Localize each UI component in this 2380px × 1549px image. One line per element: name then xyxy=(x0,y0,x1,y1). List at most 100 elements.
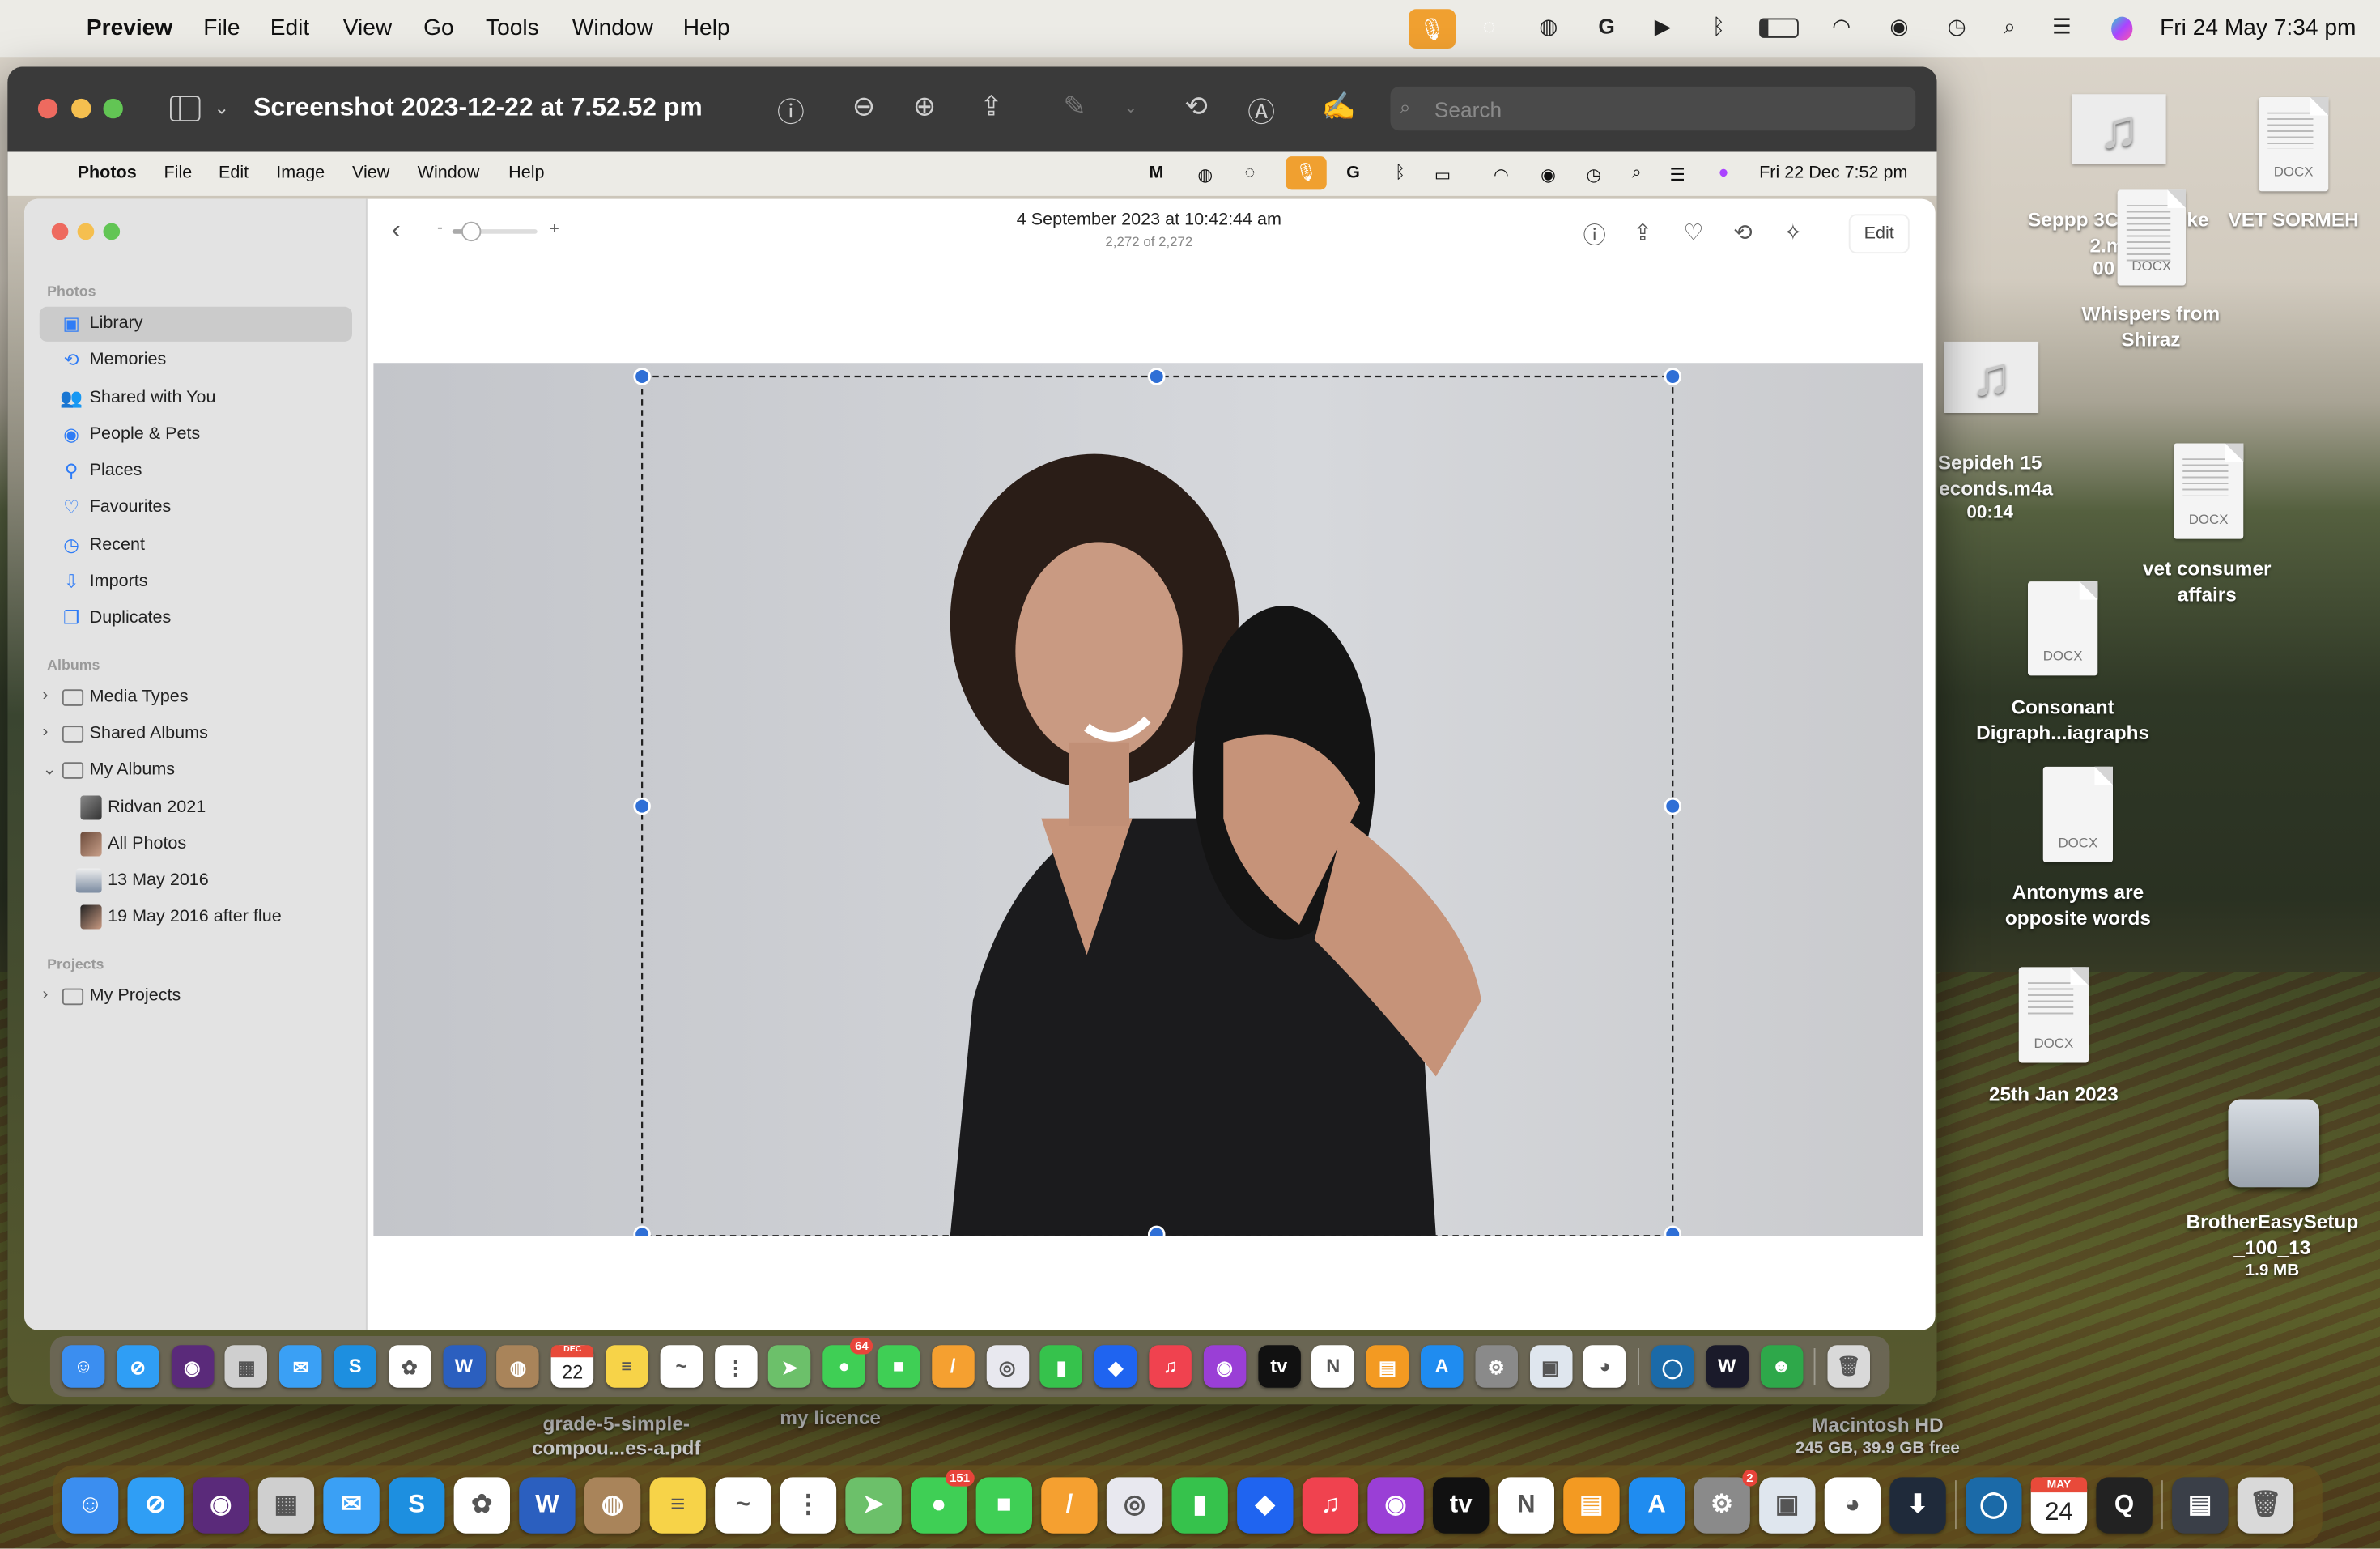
sidebar-item-library[interactable]: ▣ Library xyxy=(39,306,352,342)
selection-handle[interactable] xyxy=(1664,368,1682,385)
dock-maps-icon[interactable]: ➤ xyxy=(768,1345,811,1388)
dock-green-app-icon[interactable]: ☻ xyxy=(1760,1345,1803,1388)
menu-help[interactable]: Help xyxy=(683,15,730,41)
sidebar-item-people-pets[interactable]: ◉ People & Pets xyxy=(40,418,352,453)
magic-wand-icon[interactable]: ✧ xyxy=(1783,219,1803,246)
zoom-button[interactable] xyxy=(103,98,123,119)
share-icon[interactable]: ⇪ xyxy=(1634,219,1653,246)
dock-contacts-icon[interactable]: ◍ xyxy=(584,1476,641,1533)
dock-numbers-icon[interactable]: ▮ xyxy=(1171,1476,1228,1533)
dock-dropbox-icon[interactable]: ◆ xyxy=(1094,1345,1137,1388)
dock-launchpad-icon[interactable]: ▦ xyxy=(225,1345,268,1388)
dock-mail-icon[interactable]: ✉ xyxy=(279,1345,322,1388)
zoom-slider[interactable] xyxy=(452,221,538,242)
annotate-icon[interactable]: Ⓐ xyxy=(1243,91,1280,131)
sidebar-item-shared-with-you[interactable]: 👥 Shared with You xyxy=(40,381,352,416)
rotate-icon[interactable]: ⟲ xyxy=(1733,219,1753,246)
dock-app-store-icon[interactable]: A xyxy=(1628,1476,1685,1533)
dock-skype-icon[interactable]: S xyxy=(334,1345,376,1388)
dock-music-icon[interactable]: ♫ xyxy=(1149,1345,1192,1388)
rotate-icon[interactable]: ⟲ xyxy=(1178,91,1214,123)
dock-downloads-stack-icon[interactable]: ▤ xyxy=(2172,1476,2229,1533)
dock-books-icon[interactable]: ▤ xyxy=(1563,1476,1620,1533)
chevron-right-icon[interactable]: › xyxy=(43,723,49,742)
menu-app-name[interactable]: Preview xyxy=(87,15,172,41)
photo-viewer[interactable] xyxy=(373,363,1923,1236)
time-machine-icon[interactable]: ◷ xyxy=(1948,14,1966,40)
dock-facetime-icon[interactable]: ■ xyxy=(975,1476,1032,1533)
sidebar-item-recent[interactable]: ◷ Recent xyxy=(40,529,352,564)
dock-edge-icon[interactable]: ◯ xyxy=(1966,1476,2022,1533)
dock-tv-icon[interactable]: tv xyxy=(1257,1345,1300,1388)
dock-webex-icon[interactable]: W xyxy=(1705,1345,1749,1388)
grammarly-icon[interactable]: G xyxy=(1598,14,1614,38)
dock-skype-icon[interactable]: S xyxy=(389,1476,445,1533)
copilot-icon[interactable]: ◍ xyxy=(1539,14,1558,40)
sidebar-item-my-projects[interactable]: › My Projects xyxy=(40,979,352,1014)
dock-finder-icon[interactable]: ☺ xyxy=(62,1345,105,1388)
edit-button[interactable]: Edit xyxy=(1848,214,1910,254)
siri-icon[interactable] xyxy=(2111,16,2133,41)
share-icon[interactable]: ⇪ xyxy=(973,91,1009,123)
chevron-down-icon[interactable]: ⌄ xyxy=(203,97,240,118)
dock-photos-icon[interactable]: ✿ xyxy=(388,1345,431,1388)
dock-messages-icon[interactable]: ● 64 xyxy=(822,1337,873,1388)
sidebar-item-duplicates[interactable]: ❐ Duplicates xyxy=(40,602,352,636)
zoom-out-icon[interactable]: ⊖ xyxy=(845,91,882,123)
menu-tools[interactable]: Tools xyxy=(486,15,539,41)
dock-podcasts-icon[interactable]: ◉ xyxy=(1367,1476,1424,1533)
play-icon[interactable]: ▶ xyxy=(1655,14,1671,40)
selection-handle[interactable] xyxy=(633,797,651,815)
dock-dropbox-icon[interactable]: ◆ xyxy=(1237,1476,1294,1533)
dock-edge-icon[interactable]: ◯ xyxy=(1651,1345,1694,1388)
search-icon[interactable]: ⌕ xyxy=(2004,14,2016,40)
dock-mail-icon[interactable]: ✉ xyxy=(323,1476,380,1533)
dock-news-icon[interactable]: N xyxy=(1311,1345,1355,1388)
selection-handle[interactable] xyxy=(1664,1225,1682,1236)
dock-freeform-icon[interactable]: ~ xyxy=(715,1476,771,1533)
sidebar-toggle-icon[interactable] xyxy=(170,96,201,121)
circle-app-icon[interactable]: ◌ xyxy=(1483,14,1496,38)
dock-news-icon[interactable]: N xyxy=(1498,1476,1554,1533)
dock-circle-app-icon[interactable]: ◎ xyxy=(1106,1476,1163,1533)
dock-podcasts-icon[interactable]: ◉ xyxy=(1203,1345,1246,1388)
back-chevron-icon[interactable]: ‹ xyxy=(392,214,401,245)
dock-chrome-icon[interactable]: ◕ xyxy=(1583,1345,1626,1388)
dock-circle-app-icon[interactable]: ◎ xyxy=(985,1345,1029,1388)
dock-system-settings-icon[interactable]: ⚙ 2 xyxy=(1694,1469,1758,1533)
selection-handle[interactable] xyxy=(1664,797,1682,815)
dock-pages-icon[interactable]: / xyxy=(931,1345,975,1388)
zoom-minus[interactable]: - xyxy=(437,219,443,237)
minimize-button[interactable] xyxy=(71,98,91,119)
dock-word-icon[interactable]: W xyxy=(442,1345,486,1388)
dock-finder-icon[interactable]: ☺ xyxy=(62,1476,119,1533)
battery-icon[interactable] xyxy=(1759,18,1799,38)
dock-calendar-icon[interactable]: DEC 22 xyxy=(550,1345,594,1388)
sidebar-item-favourites[interactable]: ♡ Favourites xyxy=(40,491,352,526)
zoom-slider-thumb[interactable] xyxy=(461,221,482,242)
sidebar-item-memories[interactable]: ⟲ Memories xyxy=(40,343,352,378)
selection-handle[interactable] xyxy=(1147,368,1166,385)
favourite-heart-icon[interactable]: ♡ xyxy=(1683,219,1703,246)
info-icon[interactable]: ⓘ xyxy=(772,91,809,131)
menu-view[interactable]: View xyxy=(343,15,392,41)
wifi-icon[interactable]: ◠ xyxy=(1832,14,1851,40)
album-13-may-2016[interactable]: 13 May 2016 xyxy=(40,864,352,899)
dock-chrome-icon[interactable]: ◕ xyxy=(1824,1476,1881,1533)
dock-photos-icon[interactable]: ✿ xyxy=(453,1476,510,1533)
dock-books-icon[interactable]: ▤ xyxy=(1366,1345,1409,1388)
dock-quicktime-icon[interactable]: Q xyxy=(2096,1476,2153,1533)
menu-window[interactable]: Window xyxy=(572,15,653,41)
dock-safari-icon[interactable]: ⊘ xyxy=(116,1345,159,1388)
dock-trash-icon[interactable]: 🗑 xyxy=(2237,1476,2294,1533)
zoom-in-icon[interactable]: ⊕ xyxy=(906,91,942,123)
sidebar-item-imports[interactable]: ⇩ Imports xyxy=(40,565,352,600)
dock-safari-icon[interactable]: ⊘ xyxy=(127,1476,184,1533)
selection-handle[interactable] xyxy=(633,1225,651,1236)
selection-handle[interactable] xyxy=(1147,1225,1166,1236)
selection-handle[interactable] xyxy=(633,368,651,385)
sidebar-item-shared-albums[interactable]: › Shared Albums xyxy=(40,717,352,751)
dock-notes-icon[interactable]: ≡ xyxy=(649,1476,706,1533)
sidebar-item-my-albums[interactable]: ⌄ My Albums xyxy=(40,753,352,788)
dock-pages-icon[interactable]: / xyxy=(1041,1476,1098,1533)
